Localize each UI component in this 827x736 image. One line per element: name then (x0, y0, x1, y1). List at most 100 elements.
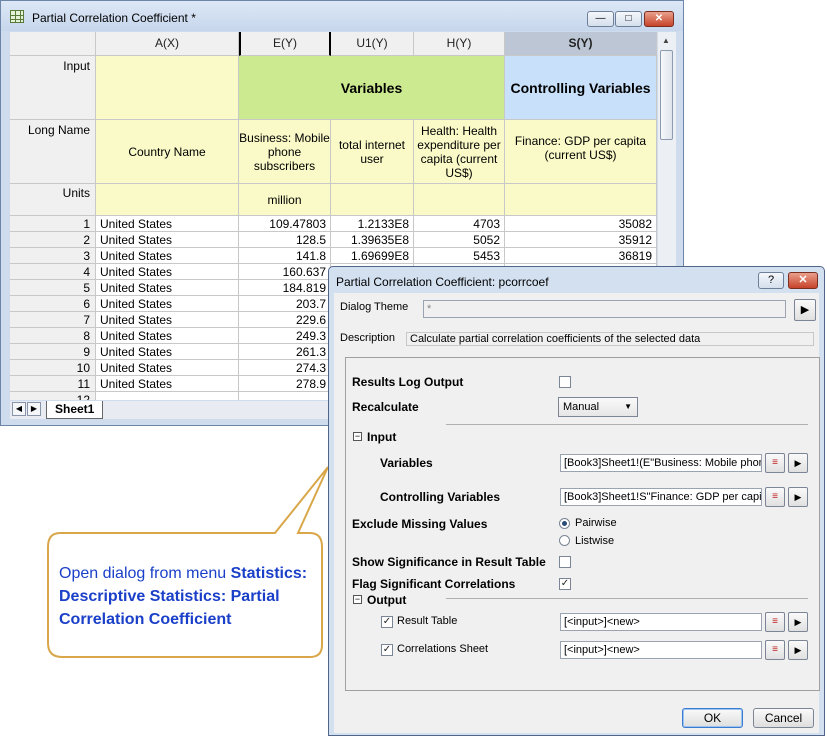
data-cell-a[interactable]: United States (96, 376, 239, 392)
data-cell-s[interactable]: 35082 (505, 216, 657, 232)
show-significance-checkbox[interactable] (559, 556, 571, 568)
input-section-label[interactable]: Input (367, 430, 396, 444)
ok-button[interactable]: OK (682, 708, 743, 728)
data-cell-a[interactable] (96, 392, 239, 400)
row-number[interactable]: 4 (10, 264, 96, 280)
data-cell-e[interactable]: 203.7 (239, 296, 331, 312)
row-label-long-name[interactable]: Long Name (10, 120, 96, 184)
col-header-h[interactable]: H(Y) (414, 32, 505, 56)
data-cell-e[interactable]: 141.8 (239, 248, 331, 264)
pairwise-label[interactable]: Pairwise (575, 517, 617, 529)
listwise-radio[interactable] (559, 535, 570, 546)
data-cell-a[interactable]: United States (96, 296, 239, 312)
flag-significant-checkbox[interactable]: ✓ (559, 578, 571, 590)
data-cell-a[interactable]: United States (96, 344, 239, 360)
data-cell-e[interactable]: 128.5 (239, 232, 331, 248)
row-number[interactable]: 8 (10, 328, 96, 344)
result-table-input[interactable]: [<input>]<new> (560, 613, 762, 631)
correlations-sheet-input[interactable]: [<input>]<new> (560, 641, 762, 659)
data-cell-e[interactable] (239, 392, 331, 400)
tab-prev-icon[interactable]: ◀ (12, 402, 26, 416)
controlling-select-icon[interactable]: ≡ (765, 487, 785, 507)
units-u1[interactable] (331, 184, 414, 216)
data-cell-e[interactable]: 278.9 (239, 376, 331, 392)
data-cell-u[interactable]: 1.69699E8 (331, 248, 414, 264)
output-collapse-icon[interactable]: − (353, 595, 362, 604)
data-cell-u[interactable]: 1.2133E8 (331, 216, 414, 232)
results-log-output-checkbox[interactable] (559, 376, 571, 388)
units-a[interactable] (96, 184, 239, 216)
data-cell-e[interactable]: 184.819 (239, 280, 331, 296)
data-cell-a[interactable]: United States (96, 232, 239, 248)
data-cell-a[interactable]: United States (96, 248, 239, 264)
scroll-thumb[interactable] (660, 50, 673, 140)
long-name-a[interactable]: Country Name (96, 120, 239, 184)
data-cell-e[interactable]: 261.3 (239, 344, 331, 360)
input-collapse-icon[interactable]: − (353, 432, 362, 441)
data-cell-a[interactable]: United States (96, 216, 239, 232)
row-number[interactable]: 1 (10, 216, 96, 232)
result-table-select-icon[interactable]: ≡ (765, 612, 785, 632)
long-name-h[interactable]: Health: Health expenditure per capita (c… (414, 120, 505, 184)
data-cell-e[interactable]: 160.637 (239, 264, 331, 280)
correlations-sheet-checkbox[interactable]: ✓ (381, 644, 393, 656)
pairwise-radio[interactable] (559, 518, 570, 529)
tab-next-icon[interactable]: ▶ (27, 402, 41, 416)
data-cell-h[interactable]: 5052 (414, 232, 505, 248)
row-number[interactable]: 3 (10, 248, 96, 264)
row-number[interactable]: 12 (10, 392, 96, 400)
row-number[interactable]: 7 (10, 312, 96, 328)
result-table-checkbox[interactable]: ✓ (381, 616, 393, 628)
units-s[interactable] (505, 184, 657, 216)
row-number[interactable]: 11 (10, 376, 96, 392)
listwise-label[interactable]: Listwise (575, 535, 614, 547)
data-cell-a[interactable]: United States (96, 312, 239, 328)
corner-cell[interactable] (10, 32, 96, 56)
controlling-menu-icon[interactable]: ▶ (788, 487, 808, 507)
scroll-up-icon[interactable]: ▲ (662, 36, 670, 45)
long-name-s[interactable]: Finance: GDP per capita (current US$) (505, 120, 657, 184)
row-label-units[interactable]: Units (10, 184, 96, 216)
controlling-variables-input[interactable]: [Book3]Sheet1!S"Finance: GDP per capit (560, 488, 762, 506)
data-cell-a[interactable]: United States (96, 360, 239, 376)
input-controlling-cell[interactable]: Controlling Variables (505, 56, 657, 120)
data-cell-a[interactable]: United States (96, 328, 239, 344)
units-e[interactable]: million (239, 184, 331, 216)
row-number[interactable]: 9 (10, 344, 96, 360)
data-cell-e[interactable]: 109.47803 (239, 216, 331, 232)
data-cell-e[interactable]: 274.3 (239, 360, 331, 376)
row-number[interactable]: 2 (10, 232, 96, 248)
worksheet-titlebar[interactable]: Partial Correlation Coefficient * — □ ✕ (1, 1, 683, 31)
minimize-button[interactable]: — (587, 11, 614, 27)
dialog-close-button[interactable]: ✕ (788, 272, 818, 289)
output-section-label[interactable]: Output (367, 593, 406, 607)
data-cell-u[interactable]: 1.39635E8 (331, 232, 414, 248)
data-cell-s[interactable]: 36819 (505, 248, 657, 264)
data-cell-s[interactable]: 35912 (505, 232, 657, 248)
col-header-a[interactable]: A(X) (96, 32, 239, 56)
correlations-sheet-select-icon[interactable]: ≡ (765, 640, 785, 660)
data-cell-a[interactable]: United States (96, 280, 239, 296)
row-number[interactable]: 5 (10, 280, 96, 296)
theme-menu-arrow-icon[interactable]: ▶ (794, 299, 816, 321)
row-label-input[interactable]: Input (10, 56, 96, 120)
input-variables-cell[interactable]: Variables (239, 56, 505, 120)
maximize-button[interactable]: □ (615, 11, 642, 27)
sheet-tab[interactable]: Sheet1 (46, 401, 104, 419)
data-cell-h[interactable]: 4703 (414, 216, 505, 232)
variables-input[interactable]: [Book3]Sheet1!(E"Business: Mobile phone (560, 454, 762, 472)
data-cell-h[interactable]: 5453 (414, 248, 505, 264)
long-name-e[interactable]: Business: Mobile phone subscribers (239, 120, 331, 184)
data-cell-a[interactable]: United States (96, 264, 239, 280)
help-button[interactable]: ? (758, 272, 784, 289)
data-cell-e[interactable]: 249.3 (239, 328, 331, 344)
data-cell-e[interactable]: 229.6 (239, 312, 331, 328)
variables-menu-icon[interactable]: ▶ (788, 453, 808, 473)
close-button[interactable]: ✕ (644, 11, 674, 27)
row-number[interactable]: 6 (10, 296, 96, 312)
correlations-sheet-menu-icon[interactable]: ▶ (788, 640, 808, 660)
col-header-s[interactable]: S(Y) (505, 32, 657, 56)
dialog-theme-field[interactable]: * (423, 300, 786, 318)
row-number[interactable]: 10 (10, 360, 96, 376)
variables-select-icon[interactable]: ≡ (765, 453, 785, 473)
